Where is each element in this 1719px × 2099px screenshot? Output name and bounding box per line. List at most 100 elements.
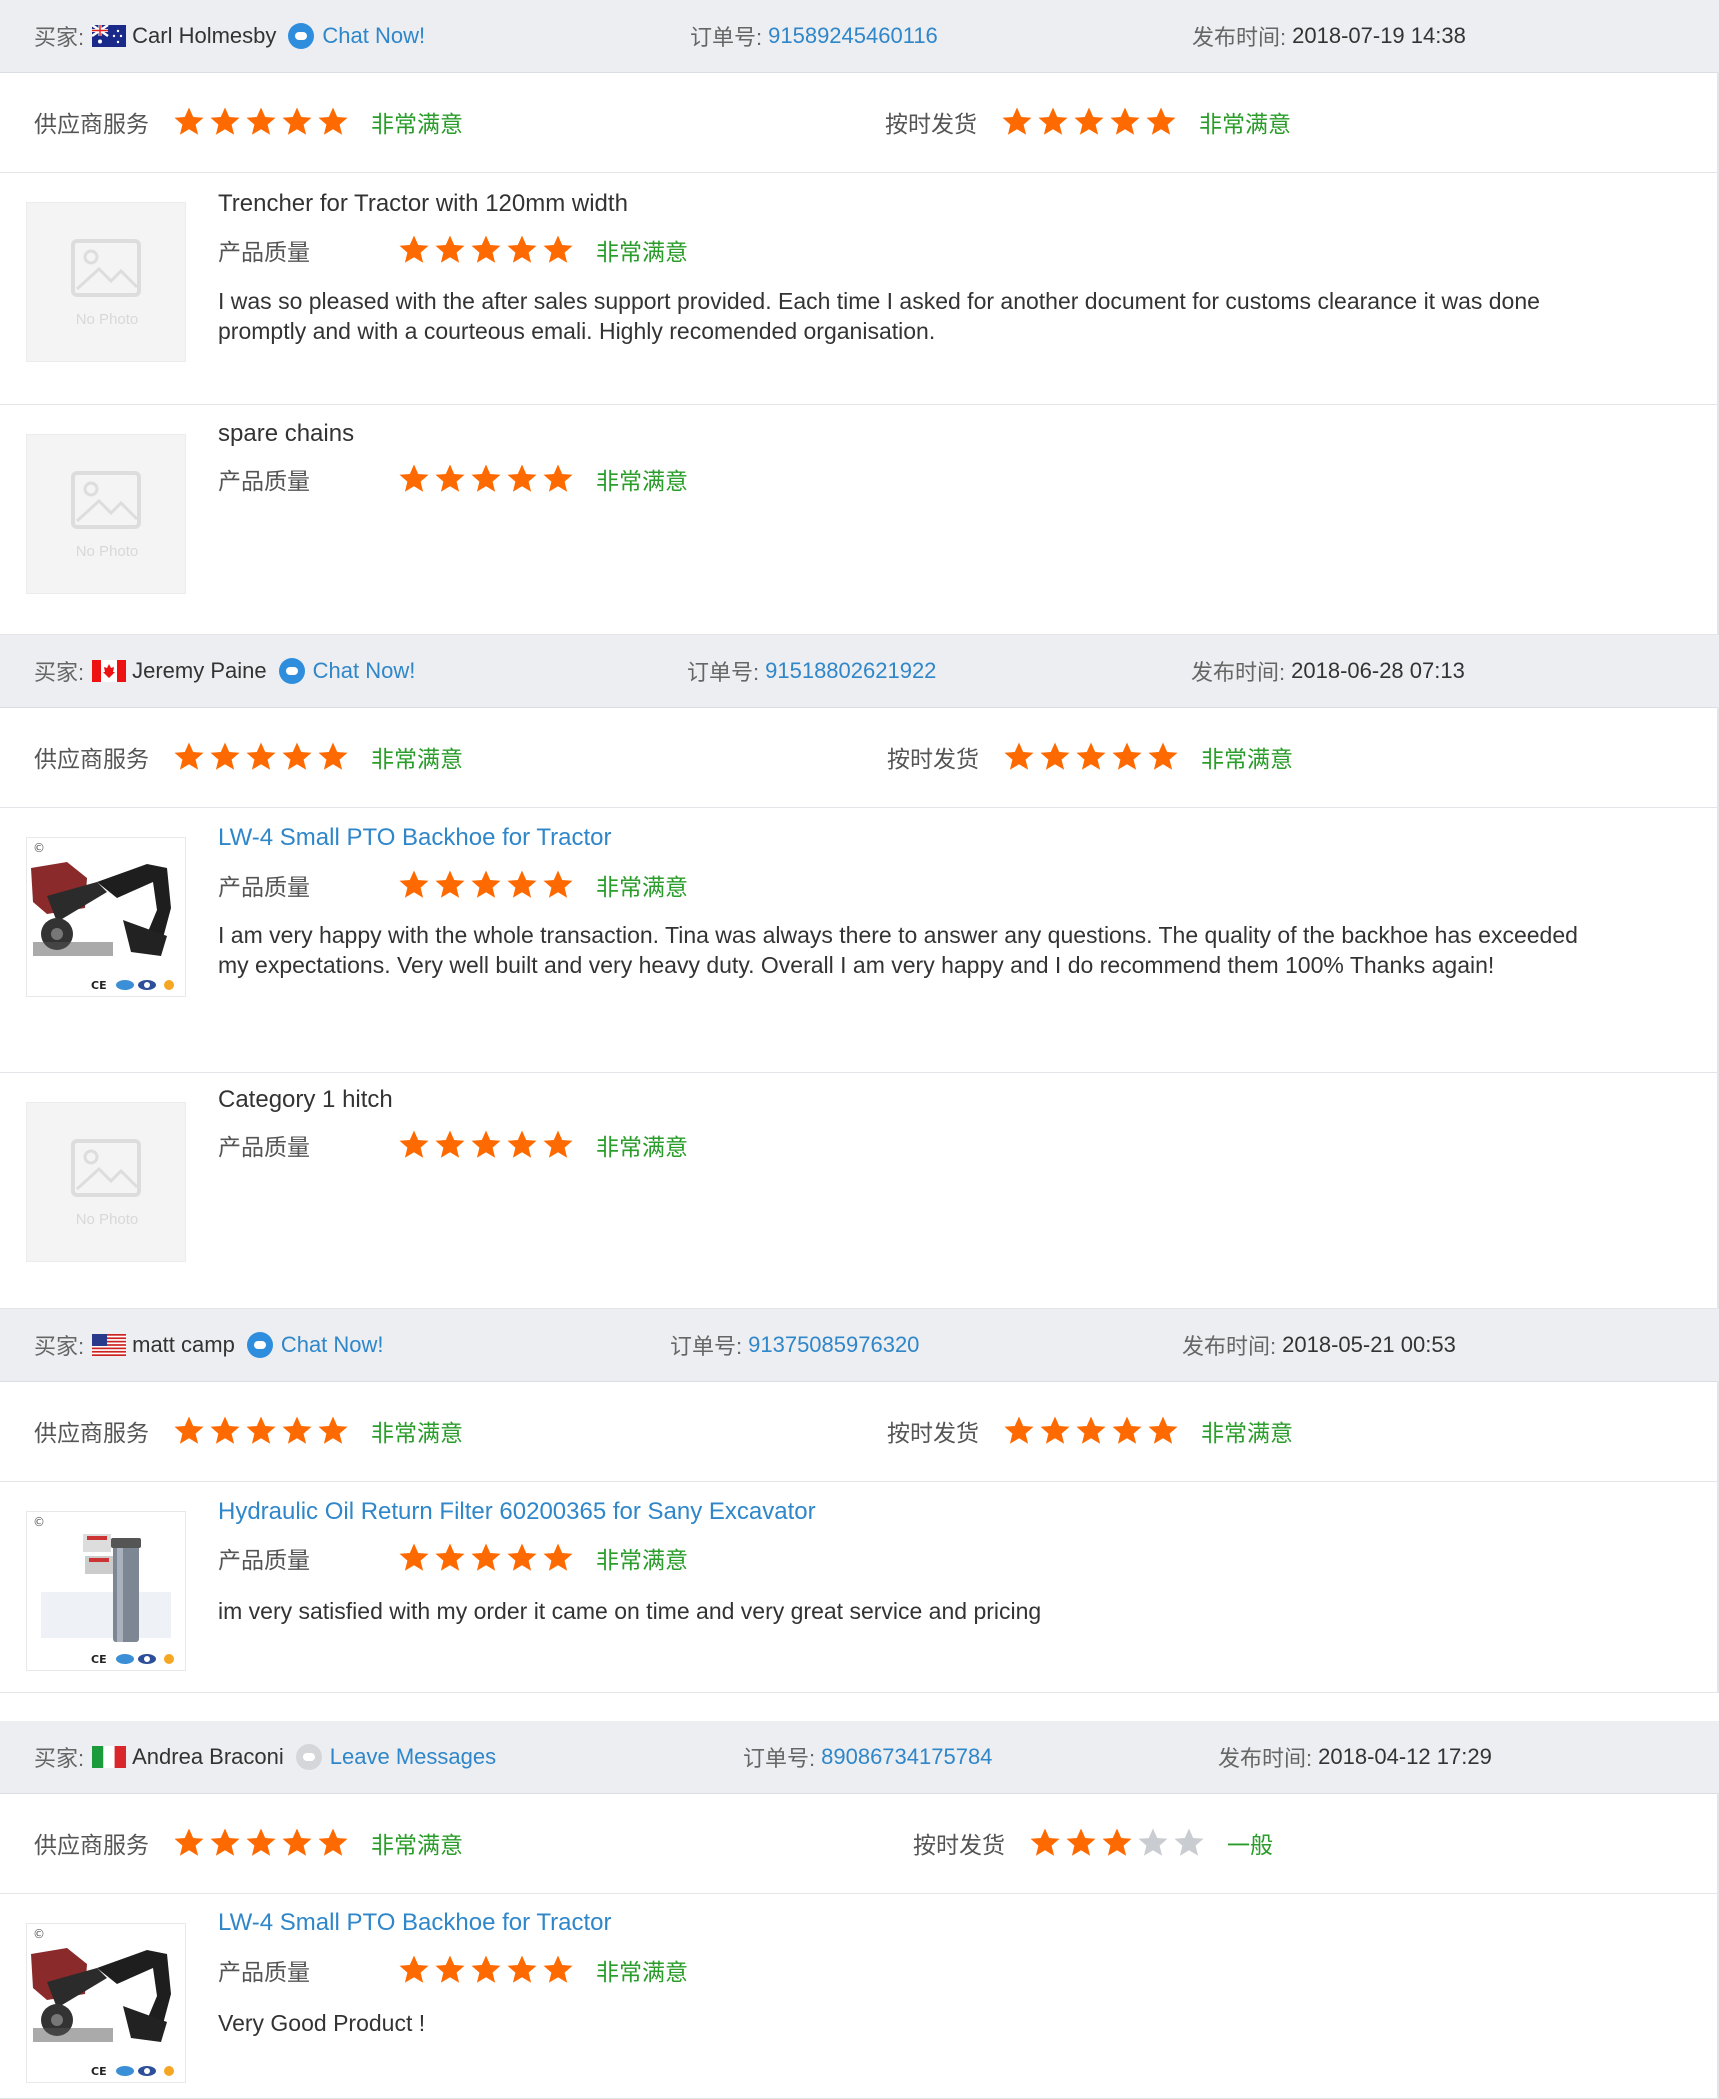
buyer-info-bar: 买家: Carl Holmesby Chat Now! 订单号: 91589245460… <box>0 0 1719 73</box>
star-filled-icon <box>282 1416 312 1444</box>
chat-now-link[interactable]: Chat Now! <box>281 1332 384 1358</box>
product-name-link[interactable]: LW-4 Small PTO Backhoe for Tractor <box>218 1909 611 1937</box>
review-comment: I am very happy with the whole transacti… <box>218 922 1578 978</box>
svg-text:CE: CE <box>91 2065 107 2078</box>
product-name: Category 1 hitch <box>218 1086 393 1113</box>
star-filled-icon <box>507 870 537 898</box>
on-time-delivery-label: 按时发货 <box>887 1420 979 1446</box>
buyer-info-bar: 买家: Andrea Braconi Leave Messages 订单号: 89086… <box>0 1721 1719 1794</box>
no-photo-placeholder[interactable]: No Photo <box>26 1102 186 1262</box>
star-filled-icon <box>1040 1416 1070 1444</box>
chat-now-link[interactable]: Chat Now! <box>322 23 425 49</box>
date-label: 发布时间: <box>1218 1746 1313 1771</box>
chat-now-link[interactable]: Chat Now! <box>313 658 416 684</box>
star-filled-icon <box>1112 742 1142 770</box>
order-number-link[interactable]: 91518802621922 <box>765 658 936 684</box>
product-quality-rating-text: 非常满意 <box>596 239 688 265</box>
product-image[interactable]: © CE <box>26 837 186 997</box>
date-info: 发布时间: 2018-07-19 14:38 <box>1192 0 1466 72</box>
date-label: 发布时间: <box>1191 660 1286 685</box>
product-review-item: No Photo Trencher for Tractor with 120mm … <box>0 172 1719 405</box>
no-photo-label: No Photo <box>75 311 139 328</box>
star-rating <box>1029 1827 1205 1859</box>
product-quality-rating: 产品质量 非常满意 <box>218 1538 688 1578</box>
buyer-info: 买家: matt camp Chat Now! <box>34 1309 384 1381</box>
chat-bubble-icon[interactable] <box>246 1332 273 1358</box>
star-rating <box>398 234 574 266</box>
product-review-item: © CE LW-4 Small PTO Backhoe for Tractor 产品质… <box>0 807 1719 1073</box>
star-filled-icon <box>1110 107 1140 135</box>
on-time-delivery-rating: 按时发货 非常满意 <box>887 1381 1293 1481</box>
star-filled-icon <box>318 1828 348 1856</box>
product-image[interactable]: © CE <box>26 1511 186 1671</box>
star-filled-icon <box>471 870 501 898</box>
publish-date: 2018-07-19 14:38 <box>1292 23 1466 48</box>
star-rating <box>398 1129 574 1161</box>
star-filled-icon <box>435 1130 465 1158</box>
no-photo-placeholder[interactable]: No Photo <box>26 434 186 594</box>
star-filled-icon <box>507 1955 537 1983</box>
star-filled-icon <box>543 1955 573 1983</box>
buyer-label: 买家: <box>34 25 85 50</box>
star-rating <box>398 1954 574 1986</box>
star-filled-icon <box>399 464 429 492</box>
star-filled-icon <box>399 1130 429 1158</box>
flag-canada-icon <box>92 660 127 682</box>
star-filled-icon <box>471 1955 501 1983</box>
star-rating <box>398 1542 574 1574</box>
star-rating <box>173 741 349 773</box>
order-info: 订单号: 91375085976320 <box>670 1309 919 1381</box>
publish-date: 2018-06-28 07:13 <box>1291 658 1465 683</box>
product-quality-rating-text: 非常满意 <box>596 468 688 494</box>
star-filled-icon <box>543 464 573 492</box>
star-filled-icon <box>1002 107 1032 135</box>
star-rating <box>173 106 349 138</box>
star-filled-icon <box>1102 1828 1132 1856</box>
product-name-link[interactable]: LW-4 Small PTO Backhoe for Tractor <box>218 824 611 852</box>
flag-italy-icon <box>92 1746 127 1768</box>
star-filled-icon <box>543 235 573 263</box>
star-filled-icon <box>1038 107 1068 135</box>
leave-messages-link[interactable]: Leave Messages <box>330 1744 496 1770</box>
supplier-service-rating: 供应商服务 非常满意 <box>34 707 463 807</box>
star-filled-icon <box>1076 1416 1106 1444</box>
star-filled-icon <box>1030 1828 1060 1856</box>
chat-bubble-icon[interactable] <box>288 23 315 49</box>
star-filled-icon <box>1040 742 1070 770</box>
star-rating <box>1003 741 1179 773</box>
no-photo-placeholder[interactable]: No Photo <box>26 202 186 362</box>
product-review-item: © CE LW-4 Small PTO Backhoe for Tractor 产品质… <box>0 1893 1719 2099</box>
supplier-service-rating: 供应商服务 非常满意 <box>34 1381 463 1481</box>
order-label: 订单号: <box>690 25 763 50</box>
reviews-page: 买家: Carl Holmesby Chat Now! 订单号: 91589245460… <box>0 0 1719 2099</box>
star-filled-icon <box>471 235 501 263</box>
order-number-link[interactable]: 89086734175784 <box>821 1744 992 1770</box>
star-filled-icon <box>174 1416 204 1444</box>
order-number-link[interactable]: 91589245460116 <box>768 23 938 49</box>
chat-bubble-icon[interactable] <box>278 658 305 684</box>
buyer-name: Jeremy Paine <box>132 658 267 683</box>
product-quality-rating: 产品质量 非常满意 <box>218 1125 688 1165</box>
buyer-name: matt camp <box>132 1332 235 1357</box>
star-filled-icon <box>399 1955 429 1983</box>
order-info: 订单号: 91518802621922 <box>687 635 936 707</box>
product-image[interactable]: © CE <box>26 1923 186 2083</box>
on-time-delivery-rating: 按时发货 一般 <box>913 1793 1273 1893</box>
buyer-info-bar: 买家: Jeremy Paine Chat Now! 订单号: 915188026219… <box>0 635 1719 708</box>
svg-text:©: © <box>33 1515 45 1529</box>
star-filled-icon <box>435 1543 465 1571</box>
star-filled-icon <box>210 1416 240 1444</box>
order-number-link[interactable]: 91375085976320 <box>748 1332 919 1358</box>
chat-bubble-icon[interactable] <box>295 1744 322 1770</box>
product-review-item: No Photo spare chains 产品质量 非常满意 <box>0 404 1719 635</box>
date-label: 发布时间: <box>1192 25 1287 50</box>
star-rating <box>173 1415 349 1447</box>
supplier-service-label: 供应商服务 <box>34 746 149 772</box>
order-label: 订单号: <box>687 660 760 685</box>
star-filled-icon <box>210 107 240 135</box>
supplier-service-label: 供应商服务 <box>34 1832 149 1858</box>
flag-united-states-icon <box>92 1334 127 1356</box>
star-filled-icon <box>543 870 573 898</box>
star-filled-icon <box>318 107 348 135</box>
product-name-link[interactable]: Hydraulic Oil Return Filter 60200365 for… <box>218 1498 816 1526</box>
